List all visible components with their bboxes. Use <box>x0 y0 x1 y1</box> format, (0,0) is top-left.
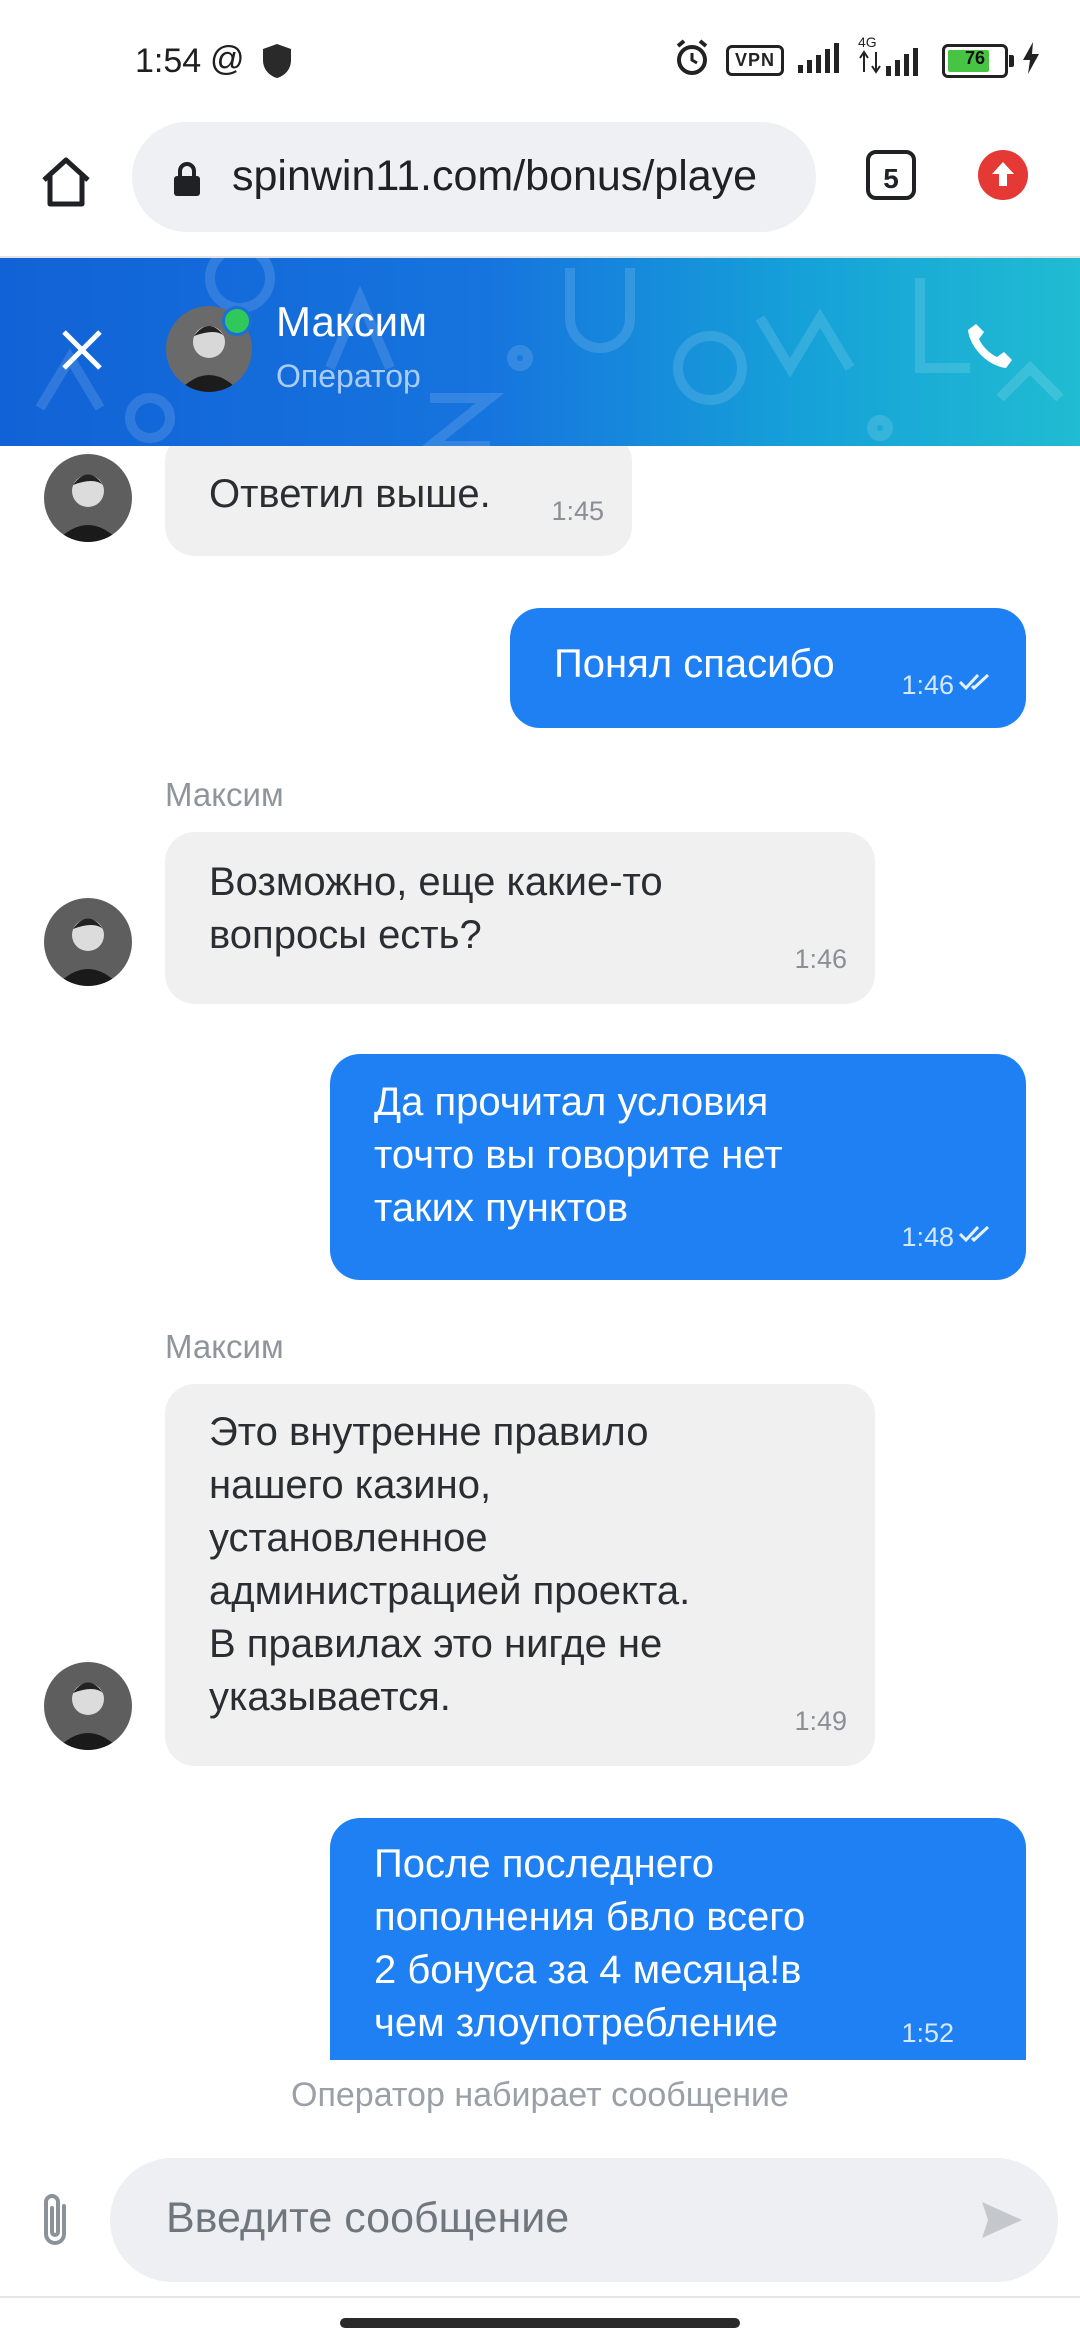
typing-indicator: Оператор набирает сообщение <box>291 2076 789 2114</box>
home-button[interactable] <box>36 152 96 212</box>
signal-icon <box>798 43 844 78</box>
message-time: 1:49 <box>794 1706 847 1736</box>
message-text: Да прочитал условия точто вы говорите не… <box>374 1080 783 1230</box>
message-time: 1:48 <box>901 1222 954 1252</box>
status-bar: 1:54 @ VPN 4G 76 <box>0 0 1080 120</box>
message-text: Ответил выше. <box>209 472 491 516</box>
message-text: Возможно, еще какие-то вопросы есть? <box>209 860 663 957</box>
lock-icon <box>172 162 202 203</box>
battery-level: 76 <box>964 47 986 68</box>
message-outgoing: Понял спасибо 1:46 <box>510 608 1026 728</box>
header-pattern <box>0 258 1080 446</box>
operator-avatar <box>44 1662 132 1750</box>
battery-icon: 76 <box>942 43 1014 78</box>
url-bar[interactable]: spinwin11.com/bonus/playe <box>132 122 816 232</box>
message-outgoing: Да прочитал условия точто вы говорите не… <box>330 1054 1026 1280</box>
charging-icon <box>1022 42 1040 79</box>
url-text: spinwin11.com/bonus/playe <box>232 152 758 200</box>
message-outgoing: После последнего пополнения бвло всего 2… <box>330 1818 1026 2060</box>
shield-icon <box>260 42 294 85</box>
read-receipt-icon <box>958 653 996 706</box>
status-time: 1:54 <box>135 42 202 80</box>
send-icon <box>982 2202 1022 2238</box>
message-time: 1:52 <box>901 2018 954 2048</box>
message-time: 1:46 <box>901 670 954 700</box>
operator-avatar <box>44 454 132 542</box>
read-receipt-icon <box>958 1205 996 1258</box>
browser-toolbar: spinwin11.com/bonus/playe 5 <box>0 120 1080 258</box>
send-button[interactable] <box>978 2196 1026 2249</box>
message-input-placeholder: Введите сообщение <box>166 2194 570 2242</box>
update-button[interactable] <box>978 150 1028 200</box>
sender-name: Максим <box>165 776 284 813</box>
close-chat-button[interactable] <box>60 328 104 372</box>
chat-header: Максим Оператор <box>0 258 1080 446</box>
message-input[interactable]: Введите сообщение <box>110 2158 1058 2282</box>
vpn-badge: VPN <box>725 45 784 76</box>
message-text: Это внутренне правило нашего казино, уст… <box>209 1410 691 1719</box>
signal-4g-icon: 4G <box>858 34 928 76</box>
home-icon <box>42 157 90 207</box>
phone-icon <box>968 324 1012 368</box>
system-nav-bar <box>0 2296 1080 2342</box>
network-type: 4G <box>858 33 877 50</box>
paperclip-icon <box>44 2194 66 2245</box>
message-incoming: Возможно, еще какие-то вопросы есть? 1:4… <box>165 832 875 1004</box>
tabs-button[interactable]: 5 <box>866 150 916 200</box>
update-icon <box>992 162 1014 186</box>
alarm-icon <box>672 38 712 83</box>
close-icon <box>62 330 102 370</box>
message-time: 1:46 <box>794 944 847 974</box>
message-text: После последнего пополнения бвло всего 2… <box>374 1842 806 2045</box>
home-gesture-pill[interactable] <box>340 2318 740 2328</box>
message-incoming: Это внутренне правило нашего казино, уст… <box>165 1384 875 1766</box>
sender-name: Максим <box>165 1328 284 1365</box>
operator-role: Оператор <box>276 358 421 394</box>
message-time: 1:45 <box>551 496 604 526</box>
online-status-dot <box>222 306 252 336</box>
attach-button[interactable] <box>36 2188 76 2257</box>
call-button[interactable] <box>962 318 1018 374</box>
message-incoming: Ответил выше. 1:45 <box>165 446 632 556</box>
message-text: Понял спасибо <box>554 642 835 686</box>
chat-messages[interactable]: Ответил выше. 1:45 Понял спасибо 1:46 Ма… <box>0 446 1080 2060</box>
operator-name: Максим <box>276 298 427 345</box>
operator-avatar <box>44 898 132 986</box>
at-icon: @ <box>210 40 245 78</box>
